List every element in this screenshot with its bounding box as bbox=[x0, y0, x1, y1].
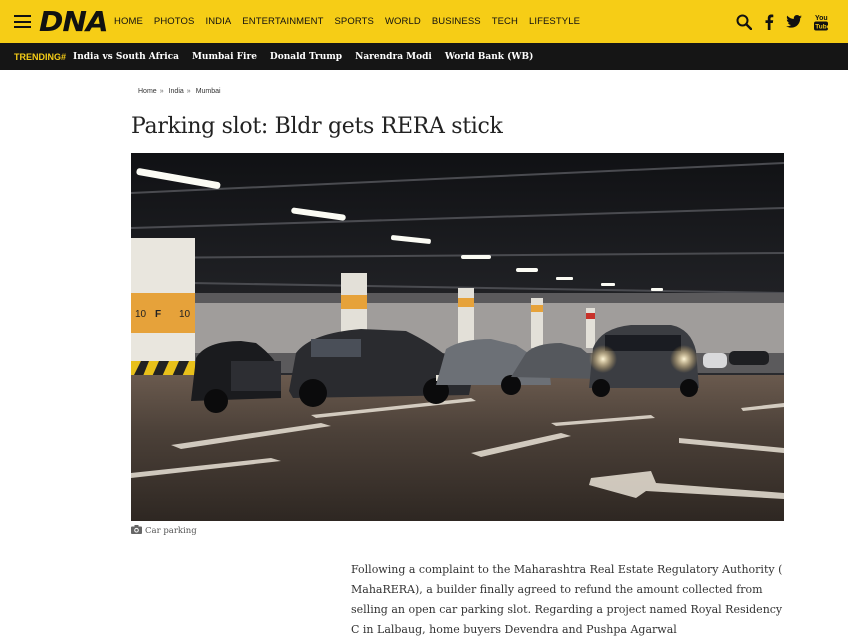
trending-bar: TRENDING# India vs South Africa Mumbai F… bbox=[0, 43, 848, 70]
article-body: Following a complaint to the Maharashtra… bbox=[351, 563, 783, 636]
camera-icon bbox=[131, 525, 142, 537]
breadcrumb-separator: » bbox=[186, 88, 191, 95]
article-image: 10 F 10 bbox=[131, 153, 784, 521]
top-navbar: DNA HOME PHOTOS INDIA ENTERTAINMENT SPOR… bbox=[0, 0, 848, 43]
twitter-icon[interactable] bbox=[786, 15, 802, 28]
trending-item[interactable]: World Bank (WB) bbox=[445, 52, 534, 62]
caption-text: Car parking bbox=[145, 526, 197, 536]
trending-item[interactable]: India vs South Africa bbox=[73, 52, 179, 62]
svg-text:Tube: Tube bbox=[815, 23, 828, 30]
svg-text:F: F bbox=[155, 309, 161, 320]
svg-text:10: 10 bbox=[179, 309, 191, 320]
main-nav: HOME PHOTOS INDIA ENTERTAINMENT SPORTS W… bbox=[114, 0, 591, 43]
trending-item[interactable]: Mumbai Fire bbox=[192, 52, 257, 62]
header-icons: YouTube bbox=[724, 0, 828, 43]
trending-item[interactable]: Donald Trump bbox=[270, 52, 342, 62]
nav-item-tech[interactable]: TECH bbox=[492, 16, 518, 27]
breadcrumb-india[interactable]: India bbox=[169, 88, 184, 95]
youtube-icon[interactable]: YouTube bbox=[814, 13, 828, 31]
breadcrumb-home[interactable]: Home bbox=[138, 88, 157, 95]
nav-item-business[interactable]: BUSINESS bbox=[432, 16, 481, 27]
facebook-icon[interactable] bbox=[764, 14, 774, 30]
article-title: Parking slot: Bldr gets RERA stick bbox=[131, 114, 503, 139]
nav-item-world[interactable]: WORLD bbox=[385, 16, 421, 27]
svg-text:10: 10 bbox=[135, 309, 147, 320]
svg-text:You: You bbox=[815, 15, 828, 22]
nav-item-india[interactable]: INDIA bbox=[205, 16, 231, 27]
nav-item-home[interactable]: HOME bbox=[114, 16, 143, 27]
nav-item-photos[interactable]: PHOTOS bbox=[154, 16, 195, 27]
nav-item-sports[interactable]: SPORTS bbox=[334, 16, 374, 27]
breadcrumb-mumbai[interactable]: Mumbai bbox=[196, 88, 221, 95]
image-caption: Car parking bbox=[131, 525, 197, 537]
trending-item[interactable]: Narendra Modi bbox=[355, 52, 432, 62]
breadcrumb: Home» India» Mumbai bbox=[138, 88, 221, 95]
trending-label: TRENDING# bbox=[14, 51, 67, 62]
nav-item-entertainment[interactable]: ENTERTAINMENT bbox=[242, 16, 323, 27]
search-icon[interactable] bbox=[736, 14, 752, 30]
site-logo[interactable]: DNA bbox=[39, 5, 109, 38]
hamburger-menu-icon[interactable] bbox=[14, 15, 31, 28]
breadcrumb-separator: » bbox=[159, 88, 164, 95]
nav-item-lifestyle[interactable]: LIFESTYLE bbox=[529, 16, 580, 27]
